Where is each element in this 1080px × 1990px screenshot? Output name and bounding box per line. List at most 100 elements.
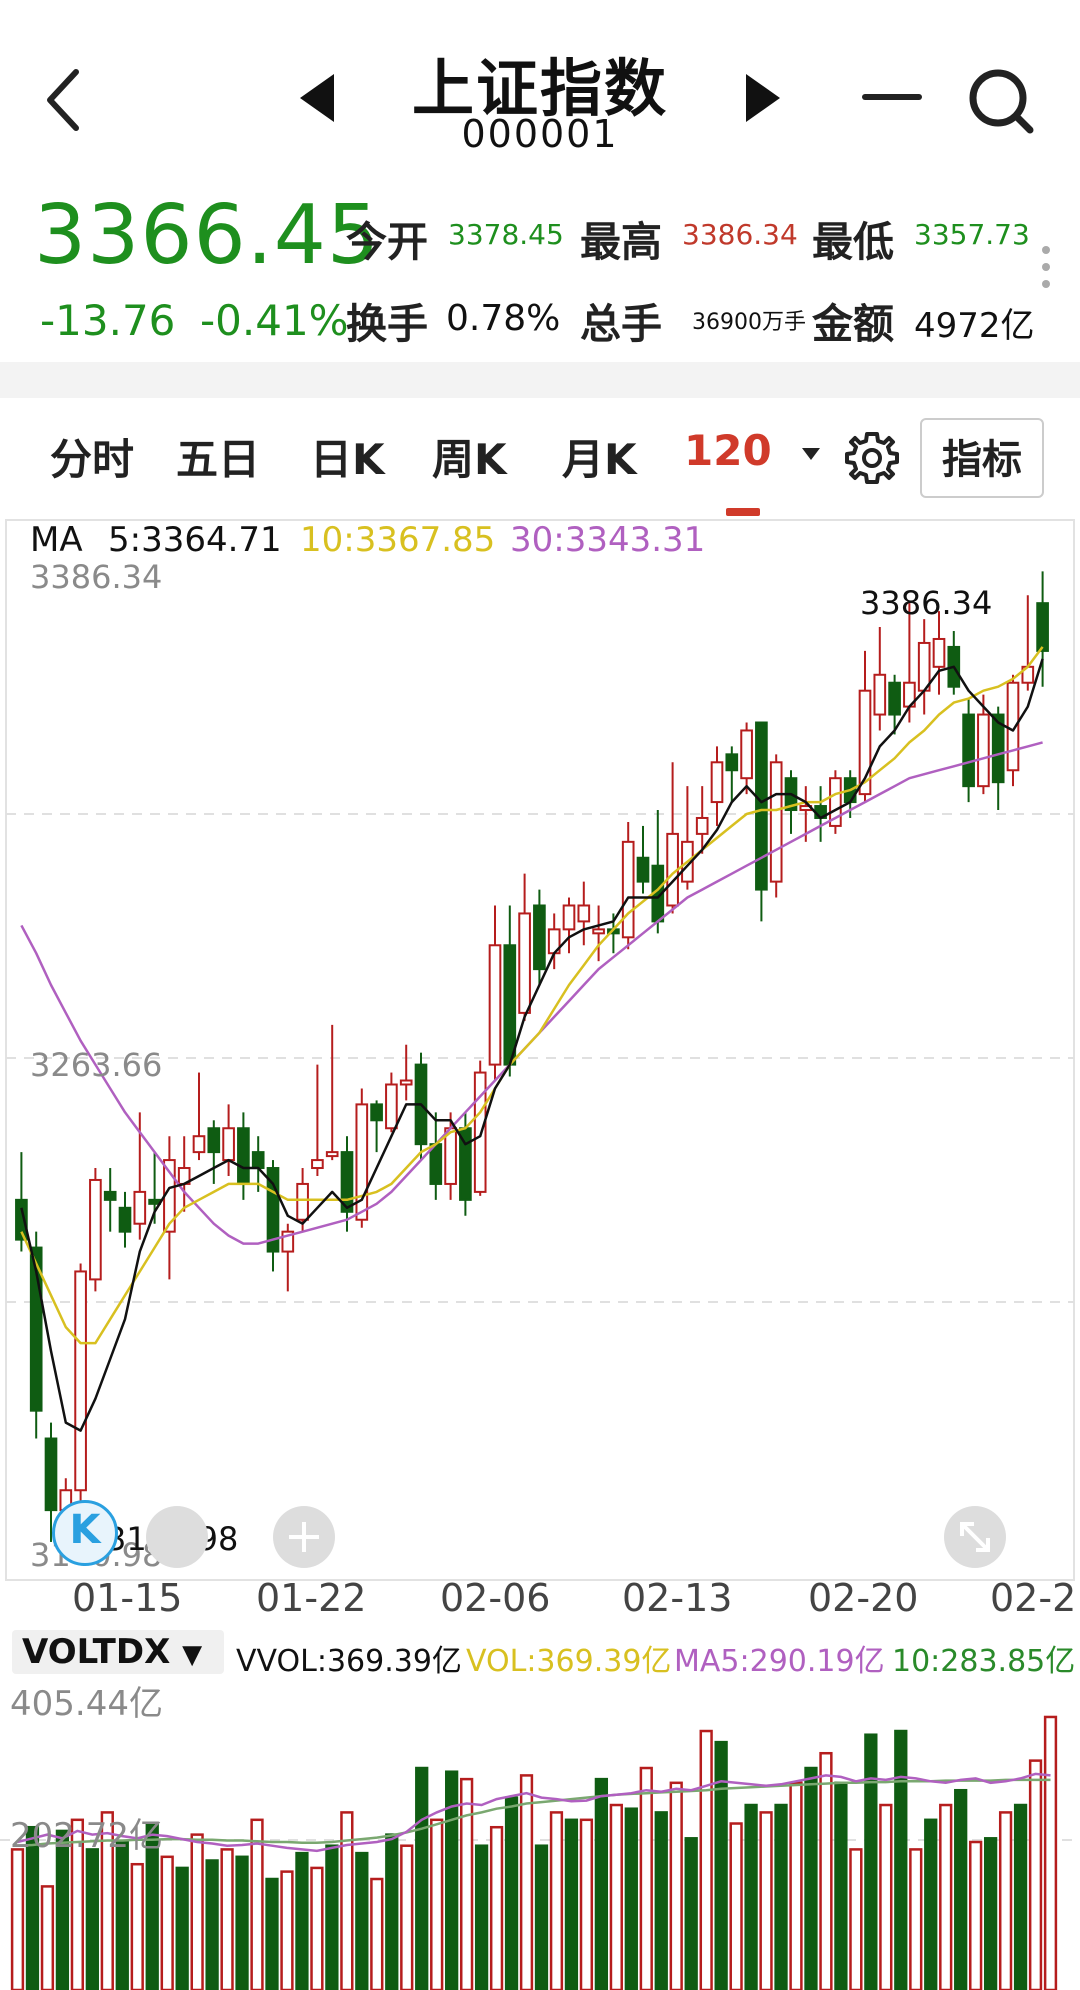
candle-body <box>311 1159 324 1170</box>
volume-bar <box>789 1781 803 1990</box>
turnover-value: 0.78% <box>446 298 561 339</box>
volume-indicator-name: VOLTDX <box>22 1632 171 1672</box>
k-line-icon[interactable]: K <box>52 1500 118 1566</box>
date-label: 02-06 <box>440 1576 551 1620</box>
candle-body <box>237 1127 250 1185</box>
chart-frame <box>5 519 1075 1581</box>
tab-monthly-k[interactable]: 月K <box>562 426 637 487</box>
prev-stock-icon[interactable] <box>296 70 340 126</box>
candle-body <box>370 1103 383 1122</box>
separator <box>0 362 1080 398</box>
volume-bar <box>894 1729 908 1990</box>
candle-body <box>755 721 768 891</box>
volume-bar <box>834 1781 848 1990</box>
date-label: 01-22 <box>256 1576 367 1620</box>
minimize-icon[interactable] <box>862 94 922 100</box>
candle-body <box>592 928 605 935</box>
volume-bar <box>504 1796 519 1990</box>
volume-axis-top: 405.44亿 <box>10 1684 163 1724</box>
ma10-line <box>20 646 1044 1345</box>
volume-bar <box>370 1877 384 1990</box>
candle-body <box>695 816 709 835</box>
volume-bar <box>879 1803 893 1990</box>
volume-bar <box>998 1811 1013 1990</box>
volume-bar <box>654 1811 668 1990</box>
volume-bar <box>160 1855 174 1990</box>
turnover-label: 换手 <box>346 300 428 348</box>
volume-bar <box>714 1740 728 1990</box>
date-label: 02-2 <box>990 1576 1077 1620</box>
volume-bar <box>280 1870 294 1990</box>
more-dots-icon[interactable] <box>1042 246 1052 292</box>
volume-label: 总手 <box>580 300 662 348</box>
volume-bar <box>849 1848 863 1990</box>
high-label: 最高 <box>580 218 662 266</box>
candle-body <box>251 1151 265 1170</box>
vol-legend: VOL:369.39亿 <box>466 1644 672 1679</box>
search-icon[interactable] <box>966 66 1036 136</box>
candle-body <box>533 904 546 971</box>
candle-body <box>1036 602 1049 652</box>
volume-bar <box>265 1877 279 1990</box>
volume-indicator-select[interactable]: VOLTDX ▼ <box>12 1630 224 1674</box>
volume-bar <box>564 1818 579 1990</box>
next-stock-icon[interactable] <box>740 70 784 126</box>
candle-body <box>89 1178 102 1281</box>
volume-bar <box>40 1885 55 1990</box>
candle-body <box>325 1151 339 1158</box>
tab-intraday[interactable]: 分时 <box>50 426 134 487</box>
high-annotation: 3386.34 <box>860 584 993 622</box>
volume-bar <box>699 1729 713 1990</box>
tab-weekly-k[interactable]: 周K <box>432 426 507 487</box>
candle-body <box>562 904 576 931</box>
gear-icon[interactable] <box>842 428 902 488</box>
open-label: 今开 <box>346 218 428 266</box>
volume-bar <box>190 1833 204 1990</box>
volume-bar <box>1043 1715 1058 1990</box>
candle-body <box>740 729 753 780</box>
volume-bar <box>205 1859 219 1990</box>
candle-body <box>577 904 591 923</box>
expand-icon[interactable] <box>944 1506 1006 1568</box>
volume-bar <box>130 1862 144 1990</box>
tab-120min[interactable]: 120 <box>684 426 772 475</box>
volume-bar <box>10 1848 25 1990</box>
back-icon[interactable] <box>40 60 90 140</box>
zoom-in-icon[interactable] <box>273 1506 335 1568</box>
volume-bar <box>534 1844 549 1990</box>
volume-bar <box>489 1825 504 1990</box>
indicator-button[interactable]: 指标 <box>920 418 1044 498</box>
tab-daily-k[interactable]: 日K <box>310 426 385 487</box>
candle-body <box>932 637 946 668</box>
volume-bar <box>519 1774 534 1990</box>
volume-bar <box>1013 1803 1028 1990</box>
volume-bar <box>609 1803 623 1990</box>
volume-bar <box>549 1811 564 1990</box>
header: 上证指数 000001 <box>0 0 1080 180</box>
drag-handle-icon[interactable] <box>146 1506 208 1568</box>
candle-body <box>621 840 635 939</box>
dropdown-caret-icon[interactable] <box>800 446 822 462</box>
volume-bar <box>759 1811 773 1990</box>
volume-bar <box>1028 1759 1043 1990</box>
last-price: 3366.45 <box>34 188 381 283</box>
ma30-legend: 30:3343.31 <box>510 520 706 560</box>
tab-five-day[interactable]: 五日 <box>176 426 260 487</box>
chevron-down-icon: ▼ <box>182 1640 203 1670</box>
candle-body <box>503 944 517 1066</box>
volume-bar <box>744 1803 758 1990</box>
ma10-legend: 10:3367.85 <box>300 520 496 560</box>
ma-label: MA <box>30 520 83 560</box>
candle-body <box>518 912 531 1014</box>
volume-bar <box>774 1803 788 1990</box>
volume-bar <box>295 1851 309 1990</box>
candle-body <box>148 1198 161 1205</box>
volume-value: 36900万手 <box>692 310 806 335</box>
volume-bar <box>639 1766 653 1990</box>
active-tab-indicator <box>726 508 760 516</box>
open-value: 3378.45 <box>448 218 564 251</box>
volume-bar <box>594 1777 609 1990</box>
low-value: 3357.73 <box>914 218 1030 251</box>
volume-bar <box>400 1844 414 1990</box>
candle-body <box>710 761 724 804</box>
